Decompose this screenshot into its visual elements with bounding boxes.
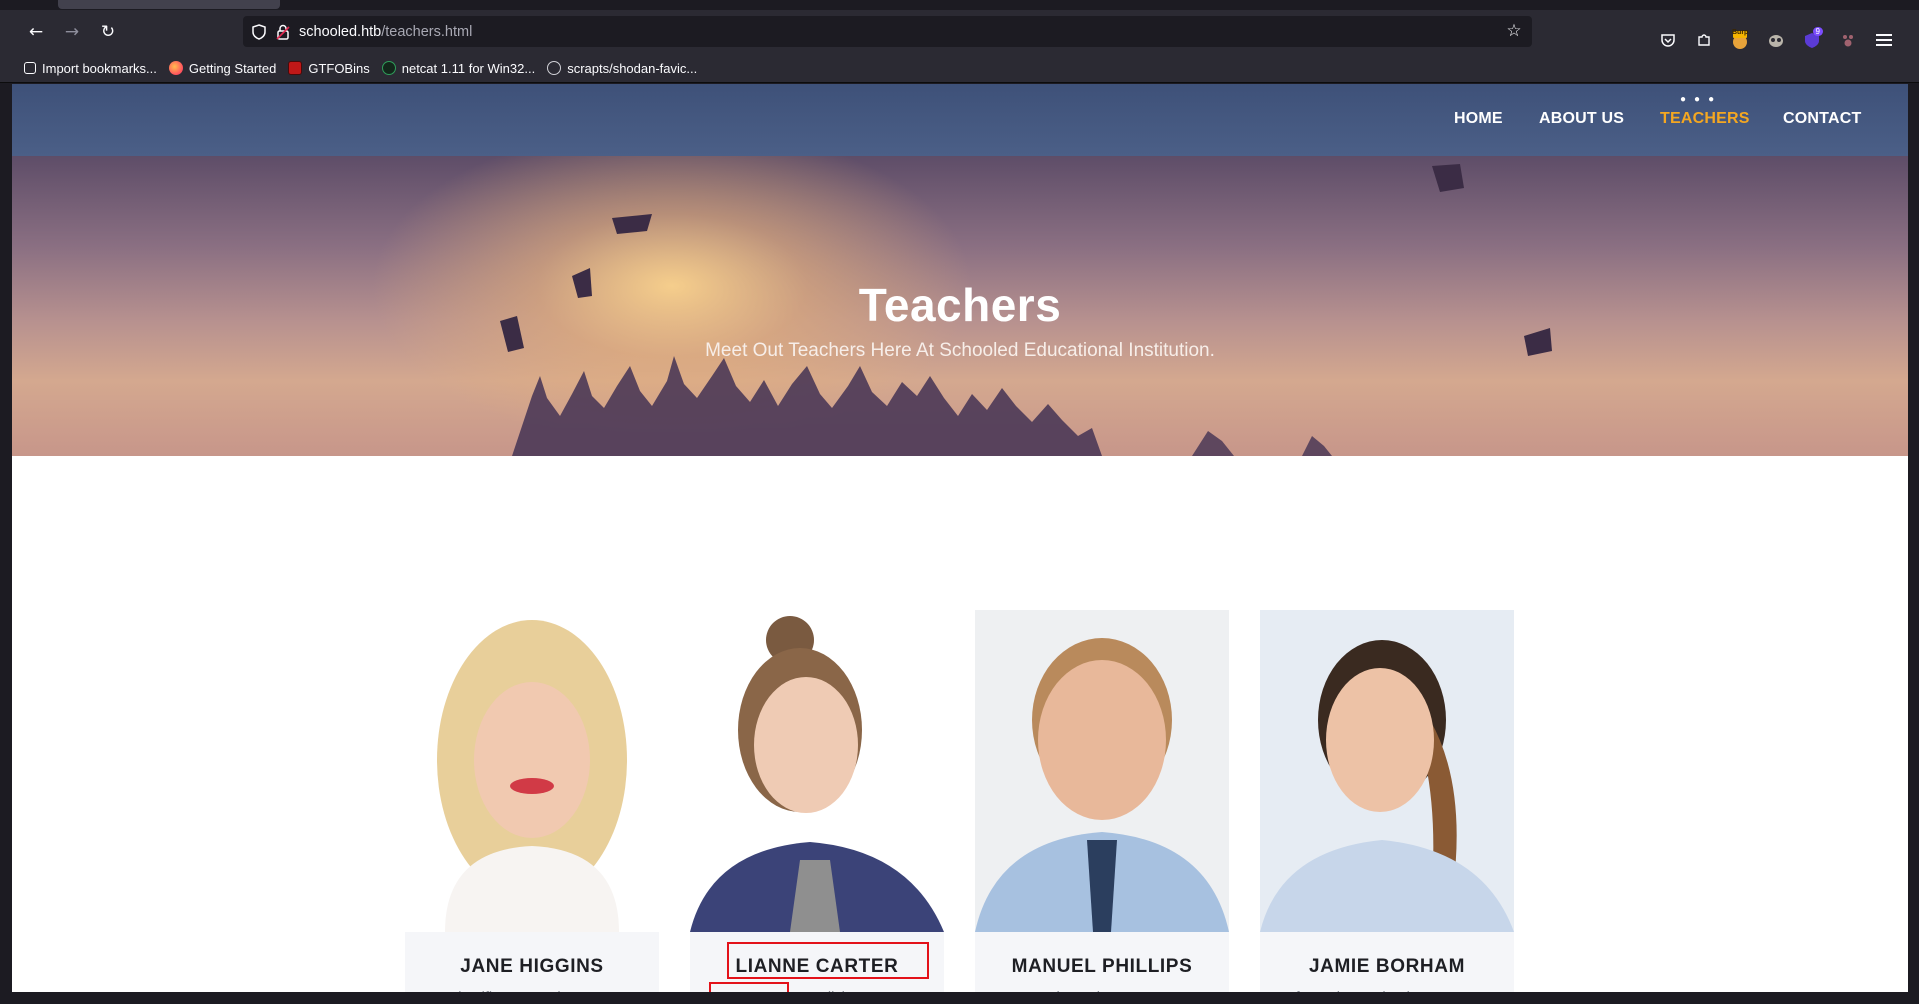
bookmark-star-icon[interactable]: ☆	[1504, 21, 1524, 41]
url-path: /teachers.html	[381, 23, 473, 40]
github-icon	[547, 61, 562, 75]
burp-badge: Burp	[1732, 29, 1749, 36]
teacher-name: JAMIE BORHAM	[1308, 956, 1466, 977]
bookmark-label: Getting Started	[188, 60, 277, 76]
teacher-photo	[690, 610, 944, 932]
forward-icon[interactable]: →	[58, 18, 86, 46]
teacher-photo	[405, 610, 659, 932]
teacher-portrait-illustration	[1260, 640, 1514, 932]
shield-icon[interactable]	[249, 22, 269, 42]
gtfobins-icon	[288, 61, 303, 75]
site-navbar: ●●● HOME ABOUT US TEACHERS CONTACT	[12, 84, 1908, 156]
teacher-name: MANUEL PHILLIPS	[1011, 956, 1193, 977]
extensions-puzzle-icon[interactable]	[1693, 29, 1715, 51]
nav-active-indicator: ●●●	[1680, 94, 1723, 105]
import-icon	[24, 62, 36, 74]
teacher-portrait-illustration	[690, 616, 944, 932]
pocket-icon[interactable]	[1657, 29, 1679, 51]
web-page: ●●● HOME ABOUT US TEACHERS CONTACT Teach…	[12, 84, 1908, 992]
bookmark-shodan-favicon[interactable]: scrapts/shodan-favic...	[547, 61, 697, 76]
bookmark-import[interactable]: Import bookmarks...	[24, 61, 157, 76]
hero-banner: Teachers Meet Out Teachers Here At Schoo…	[12, 156, 1908, 456]
bookmarks-bar: Import bookmarks... Getting Started GTFO…	[0, 54, 1919, 83]
burp-extension-icon[interactable]: Burp	[1729, 29, 1751, 51]
bookmark-gtfobins[interactable]: GTFOBins	[288, 60, 370, 76]
teacher-role: Mathematics Lecturer	[975, 990, 1229, 992]
bookmark-label: scrapts/shodan-favic...	[567, 60, 698, 76]
teacher-photo	[1260, 610, 1514, 932]
paw-extension-icon[interactable]	[1837, 29, 1859, 51]
teacher-name: JANE HIGGINS	[460, 956, 604, 977]
teacher-portrait-illustration	[437, 620, 627, 932]
active-tab[interactable]	[58, 0, 280, 9]
reload-icon[interactable]: ↻	[94, 18, 122, 46]
nav-teachers[interactable]: TEACHERS	[1660, 110, 1750, 128]
url-host: schooled.htb	[299, 23, 382, 40]
back-icon[interactable]: ←	[22, 18, 50, 46]
teachers-section: JANE HIGGINS Scientific Research Lecture…	[12, 456, 1908, 992]
bookmark-label: GTFOBins	[308, 60, 370, 76]
netcat-icon	[381, 61, 396, 75]
hero-subtitle: Meet Out Teachers Here At Schooled Educa…	[705, 340, 1215, 361]
teacher-role: Information Technology Lecturer	[1260, 990, 1514, 992]
teacher-role: Scientific Research Lecturer	[405, 990, 659, 992]
teacher-photo	[975, 610, 1229, 932]
tab-strip	[0, 0, 1919, 10]
hero-title: Teachers	[858, 279, 1062, 331]
bookmark-getting-started[interactable]: Getting Started	[168, 60, 277, 76]
url-bar[interactable]: schooled.htb/teachers.html ☆	[243, 16, 1532, 47]
highlight-box-role	[709, 982, 789, 992]
teacher-card[interactable]: JANE HIGGINS Scientific Research Lecture…	[405, 610, 659, 992]
browser-toolbar: ← → ↻ schooled.htb/teachers.html ☆ Burp …	[0, 10, 1919, 54]
teacher-portrait-illustration	[975, 638, 1229, 932]
highlight-box-name	[727, 942, 929, 979]
bookmark-label: Import bookmarks...	[42, 60, 157, 76]
teacher-card[interactable]: JAMIE BORHAM Information Technology Lect…	[1260, 610, 1514, 992]
firefox-icon	[168, 61, 183, 75]
nav-about-us[interactable]: ABOUT US	[1539, 110, 1624, 128]
nav-contact[interactable]: CONTACT	[1783, 110, 1861, 128]
bookmark-label: netcat 1.11 for Win32...	[401, 60, 536, 76]
nav-home[interactable]: HOME	[1454, 110, 1503, 128]
hamburger-menu-icon[interactable]	[1873, 29, 1895, 51]
shield-extension-icon[interactable]: 9	[1801, 27, 1823, 51]
owl-extension-icon[interactable]	[1765, 29, 1787, 51]
lock-icon[interactable]	[273, 22, 293, 42]
bookmark-netcat[interactable]: netcat 1.11 for Win32...	[381, 60, 536, 76]
notification-count-badge: 9	[1812, 27, 1823, 36]
teacher-card[interactable]: LIANNE CARTER Manager & English Lecturer	[690, 610, 944, 992]
teacher-card[interactable]: MANUEL PHILLIPS Mathematics Lecturer	[975, 610, 1229, 992]
